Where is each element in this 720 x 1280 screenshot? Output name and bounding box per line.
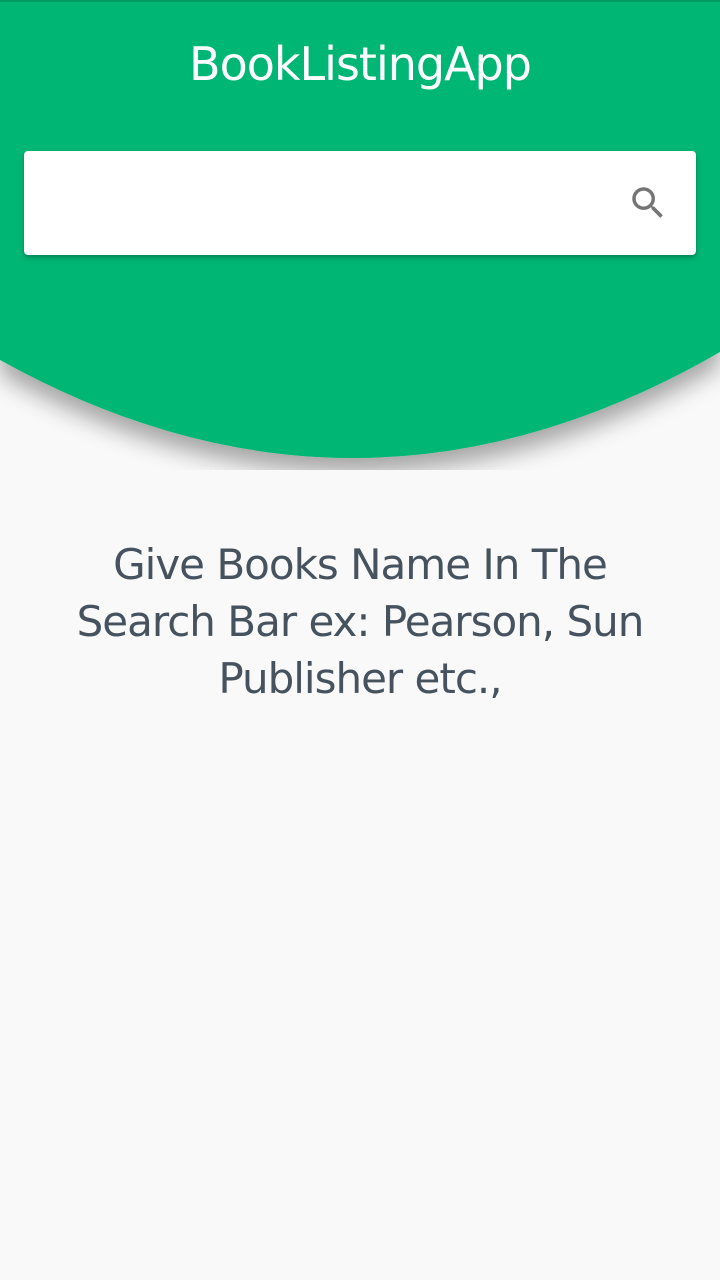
search-input[interactable] bbox=[48, 173, 608, 233]
search-button[interactable] bbox=[624, 179, 672, 227]
search-bar bbox=[24, 151, 696, 255]
app-title: BookListingApp bbox=[189, 37, 532, 91]
app-screen: BookListingApp Give Books Name In The Se… bbox=[0, 0, 720, 1280]
search-icon bbox=[632, 187, 663, 218]
empty-state-hint: Give Books Name In The Search Bar ex: Pe… bbox=[76, 540, 645, 703]
